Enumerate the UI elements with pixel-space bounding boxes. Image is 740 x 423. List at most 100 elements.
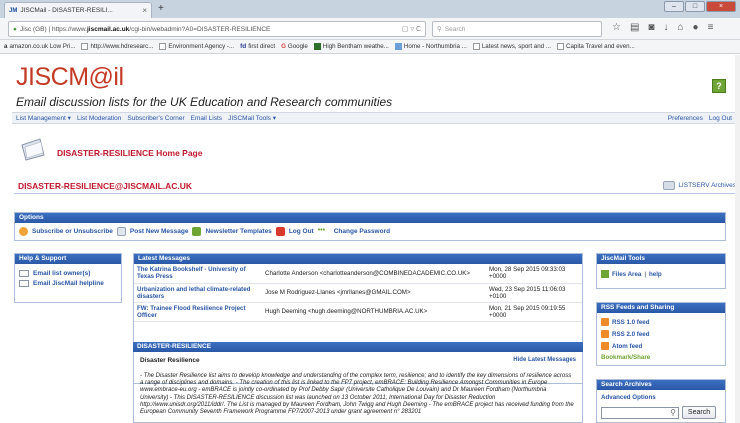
jiscmail-logo[interactable]: JISCM@il xyxy=(16,63,124,92)
bookmark-first-direct[interactable]: fd first direct xyxy=(240,43,275,50)
close-window-button[interactable]: × xyxy=(706,1,736,12)
listserv-archives-link[interactable]: LISTSERV Archives xyxy=(663,181,736,190)
list-description-text: - The Disaster Resilience list aims to d… xyxy=(140,373,574,416)
logo-prefix: JISC xyxy=(16,63,69,91)
rss-2-link[interactable]: RSS 2.0 feed xyxy=(612,331,650,338)
rss-1-link[interactable]: RSS 1.0 feed xyxy=(612,319,650,326)
toolbar-icons: ☆ ▤ ◙ ↓ ⌂ ● ≡ xyxy=(612,22,713,33)
amazon-icon: a xyxy=(4,43,8,50)
email-list-owners-link[interactable]: Email list owner(s) xyxy=(33,270,90,277)
news-icon xyxy=(472,43,480,50)
close-tab-icon[interactable]: × xyxy=(142,6,147,15)
reader-icon[interactable]: ▤ xyxy=(630,22,639,33)
bookmark-environment-agency[interactable]: Environment Agency -... xyxy=(159,43,234,50)
bookmark-hdresearch[interactable]: http://www.hdresearc... xyxy=(81,43,153,50)
message-subject-link[interactable]: The Katrina Bookshelf - University of Te… xyxy=(134,264,262,284)
subscribe-link[interactable]: Subscribe or Unsubscribe xyxy=(32,228,113,235)
options-header: Options xyxy=(15,213,725,223)
url-prefix: Jisc (GB) | https://www. xyxy=(19,25,87,33)
bookmark-label: amazon.co.uk Low Pri... xyxy=(9,43,76,50)
bookmarks-bar: a amazon.co.uk Low Pri... http://www.hdre… xyxy=(0,40,740,54)
url-domain: jiscmail.ac.uk xyxy=(87,25,130,33)
northumbria-icon xyxy=(394,43,402,50)
files-area-link[interactable]: Files Area xyxy=(612,271,641,278)
table-row: The Katrina Bookshelf - University of Te… xyxy=(134,264,582,284)
jiscmail-favicon-icon: JM xyxy=(9,7,18,14)
menu-email-lists[interactable]: Email Lists xyxy=(191,115,222,122)
new-tab-button[interactable]: + xyxy=(158,3,164,14)
table-row: Urbanization and lethal climate-related … xyxy=(134,283,582,303)
browser-tab-bar: JM JISCMail - DISASTER-RESILI... × + – □… xyxy=(0,0,740,18)
bookmark-latest-news[interactable]: Latest news, sport and ... xyxy=(472,43,551,50)
browser-tab[interactable]: JM JISCMail - DISASTER-RESILI... × xyxy=(4,2,152,18)
message-subject-link[interactable]: FW: Trainee Flood Resilience Project Off… xyxy=(134,302,262,322)
hide-latest-messages-link[interactable]: Hide Latest Messages xyxy=(513,357,576,363)
search-button[interactable]: Search xyxy=(682,406,716,419)
address-bar[interactable]: ● Jisc (GB) | https://www. jiscmail.ac.u… xyxy=(8,21,426,37)
download-icon[interactable]: ↓ xyxy=(663,22,668,33)
help-link[interactable]: help xyxy=(649,271,662,278)
first-direct-icon: fd xyxy=(240,43,247,50)
vertical-scrollbar[interactable] xyxy=(735,55,740,423)
browser-nav-bar: ● Jisc (GB) | https://www. jiscmail.ac.u… xyxy=(0,18,740,40)
rss-icon xyxy=(601,330,609,338)
options-panel: Options Subscribe or Unsubscribe Post Ne… xyxy=(14,212,726,241)
chat-icon[interactable]: ● xyxy=(693,22,699,33)
lock-icon: ● xyxy=(13,25,17,33)
browser-search-input[interactable]: ⚲ Search xyxy=(432,21,602,37)
menu-list-management[interactable]: List Management ▾ xyxy=(16,114,71,122)
logout-link[interactable]: Log Out xyxy=(289,228,314,235)
minimize-button[interactable]: – xyxy=(664,1,684,12)
menu-icon[interactable]: ≡ xyxy=(708,22,714,33)
jiscmail-tools-header: JiscMail Tools xyxy=(597,254,725,264)
latest-messages-header: Latest Messages xyxy=(134,254,582,264)
search-icon: ⚲ xyxy=(437,26,442,33)
change-password-link[interactable]: Change Password xyxy=(334,228,390,235)
message-date: Mon, 21 Sep 2015 09:19:55 +0000 xyxy=(486,302,582,322)
menu-log-out[interactable]: Log Out xyxy=(709,115,732,122)
page-icon xyxy=(159,43,167,50)
menu-jiscmail-tools[interactable]: JISCMail Tools ▾ xyxy=(228,114,276,122)
bookmark-amazon[interactable]: a amazon.co.uk Low Pri... xyxy=(4,43,75,50)
home-page-title: DISASTER-RESILIENCE Home Page xyxy=(57,148,203,158)
page-icon xyxy=(556,43,564,50)
rss-panel: RSS Feeds and Sharing RSS 1.0 feed RSS 2… xyxy=(596,302,726,366)
tagline: Email discussion lists for the UK Educat… xyxy=(16,95,393,109)
url-path: /cgi-bin/webadmin?A0=DISASTER-RESILIENCE xyxy=(129,25,271,33)
bookmark-northumbria[interactable]: Home - Northumbria ... xyxy=(394,43,467,50)
menu-preferences[interactable]: Preferences xyxy=(668,115,703,122)
bookmark-share-link[interactable]: Bookmark/Share xyxy=(601,354,650,361)
bookmark-label: Latest news, sport and ... xyxy=(481,43,551,50)
atom-feed-link[interactable]: Atom feed xyxy=(612,343,642,350)
message-date: Mon, 28 Sep 2015 09:33:03 +0000 xyxy=(486,264,582,284)
pocket-icon[interactable]: ◙ xyxy=(648,22,654,33)
email-helpline-link[interactable]: Email JiscMail helpline xyxy=(33,280,104,287)
menu-subscribers-corner[interactable]: Subscriber's Corner xyxy=(127,115,184,122)
message-subject-link[interactable]: Urbanization and lethal climate-related … xyxy=(134,283,262,303)
newsletter-templates-link[interactable]: Newsletter Templates xyxy=(205,228,271,235)
folder-icon xyxy=(21,138,45,161)
email-icon xyxy=(19,280,29,287)
archive-search-input[interactable]: ⚲ xyxy=(601,406,679,419)
advanced-options-link[interactable]: Advanced Options xyxy=(601,394,656,401)
bookmark-label: High Bentham weathe... xyxy=(322,43,389,50)
reload-icon[interactable]: ▢ ▿ C xyxy=(402,25,421,33)
bookmark-label: Environment Agency -... xyxy=(168,43,235,50)
message-from: Hugh Deeming <hugh.deeming@NORTHUMBRIA.A… xyxy=(262,302,486,322)
star-icon[interactable]: ☆ xyxy=(612,22,621,33)
bookmark-high-bentham[interactable]: High Bentham weathe... xyxy=(313,43,389,50)
rss-header: RSS Feeds and Sharing xyxy=(597,303,725,313)
window-controls: – □ × xyxy=(664,1,736,12)
menu-list-moderation[interactable]: List Moderation xyxy=(77,115,121,122)
help-support-panel: Help & Support Email list owner(s) Email… xyxy=(14,253,122,303)
home-icon[interactable]: ⌂ xyxy=(677,22,683,33)
search-icon: ⚲ xyxy=(670,407,676,417)
bookmark-google[interactable]: G Google xyxy=(281,43,308,50)
bookmark-label: http://www.hdresearc... xyxy=(90,43,154,50)
maximize-button[interactable]: □ xyxy=(685,1,705,12)
user-icon xyxy=(19,227,28,236)
post-new-message-link[interactable]: Post New Message xyxy=(130,228,189,235)
page-content: JISCM@il Email discussion lists for the … xyxy=(0,55,740,423)
help-icon[interactable]: ? xyxy=(712,79,726,93)
bookmark-capita-travel[interactable]: Capita Travel and even... xyxy=(556,43,635,50)
